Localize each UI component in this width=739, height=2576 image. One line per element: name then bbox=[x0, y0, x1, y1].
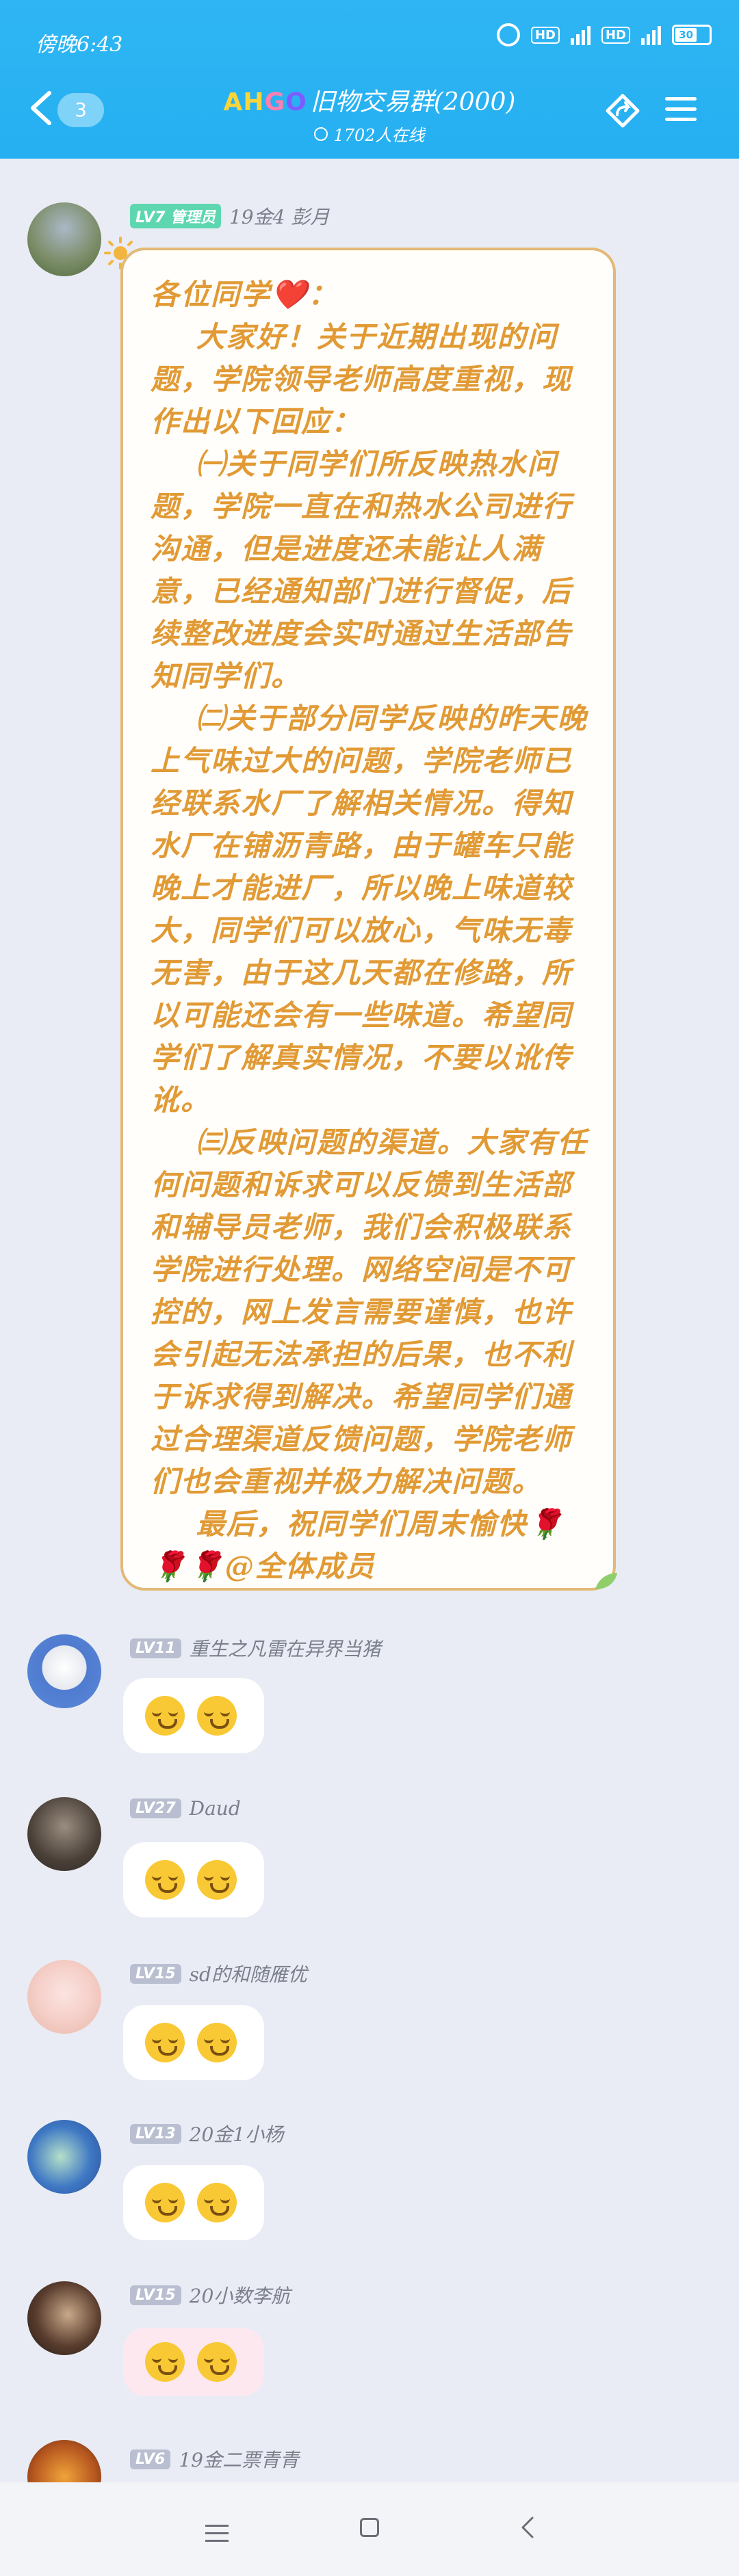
status-bar: 傍晚6:43 HD HD 30 bbox=[0, 0, 739, 82]
message-meta: LV11 重生之凡雷在异界当猪 bbox=[130, 1634, 381, 1662]
notice-paragraph: 大家好！关于近期出现的问题，学院领导老师高度重视，现作出以下回应： bbox=[151, 320, 573, 438]
sender-name: 重生之凡雷在异界当猪 bbox=[189, 1638, 381, 1660]
avatar[interactable] bbox=[27, 1797, 101, 1871]
sender-name: sd的和随雁优 bbox=[189, 1963, 307, 1986]
notice-paragraph: 🌹🌹@全体成员 bbox=[151, 1550, 376, 1583]
sender-name: 20小数李航 bbox=[189, 2285, 291, 2307]
status-icons: HD HD 30 bbox=[496, 23, 712, 47]
recent-apps-button[interactable] bbox=[205, 2519, 229, 2547]
signal-icon bbox=[641, 25, 661, 45]
avatar[interactable] bbox=[27, 1634, 101, 1708]
message-meta: LV7 管理员 19金4 彭月 bbox=[130, 202, 329, 230]
giggle-emoji-icon bbox=[197, 1696, 237, 1736]
notice-paragraph: ㈢反映问题的渠道。大家有任何问题和诉求可以反馈到生活部和辅导员老师，我们会积极联… bbox=[151, 1126, 588, 1498]
message-bubble[interactable] bbox=[123, 1842, 264, 1917]
level-badge: LV7 管理员 bbox=[130, 204, 221, 228]
level-badge: LV27 bbox=[130, 1798, 181, 1818]
message-meta: LV13 20金1小杨 bbox=[130, 2120, 283, 2147]
message-meta: LV27 Daud bbox=[130, 1797, 241, 1820]
giggle-emoji-icon bbox=[145, 2342, 185, 2382]
hd-badge: HD bbox=[530, 26, 560, 44]
share-arrow-icon bbox=[606, 94, 640, 128]
sender-name: 19金4 彭月 bbox=[229, 206, 330, 228]
sender-name: 19金二票青青 bbox=[179, 2449, 299, 2471]
online-check-icon bbox=[314, 127, 328, 141]
battery-level: 30 bbox=[675, 28, 697, 42]
level-badge: LV11 bbox=[130, 1638, 181, 1658]
giggle-emoji-icon bbox=[145, 1696, 185, 1736]
notice-paragraph: 各位同学❤️： bbox=[151, 278, 339, 311]
message-meta: LV15 20小数李航 bbox=[130, 2281, 290, 2309]
back-chevron-icon bbox=[31, 91, 51, 125]
giggle-emoji-icon bbox=[197, 2183, 237, 2222]
menu-button[interactable] bbox=[665, 90, 706, 131]
share-button[interactable] bbox=[602, 90, 643, 131]
giggle-emoji-icon bbox=[197, 2023, 237, 2062]
level-badge: LV6 bbox=[130, 2449, 171, 2469]
group-name: 旧物交易群(2000) bbox=[310, 88, 516, 116]
home-button[interactable] bbox=[360, 2518, 379, 2537]
giggle-emoji-icon bbox=[197, 1860, 237, 1900]
notice-paragraph: ㈠关于同学们所反映热水问题，学院一直在和热水公司进行沟通，但是进度还未能让人满意… bbox=[151, 447, 573, 693]
level-badge: LV15 bbox=[130, 1963, 181, 1984]
level-badge: LV13 bbox=[130, 2123, 181, 2144]
message-bubble[interactable] bbox=[123, 2328, 264, 2396]
signal-icon bbox=[570, 25, 591, 45]
message-bubble[interactable] bbox=[123, 1678, 264, 1753]
notice-paragraph: ㈡关于部分同学反映的昨天晚上气味过大的问题，学院老师已经联系水厂了解相关情况。得… bbox=[151, 702, 588, 1117]
chat-header: 傍晚6:43 HD HD 30 3 AHGO 旧物交易群(2000) 1702人… bbox=[0, 0, 739, 159]
avatar[interactable] bbox=[27, 202, 101, 276]
sender-name: Daud bbox=[189, 1797, 241, 1820]
online-count: 1702人在线 bbox=[333, 126, 425, 145]
sender-name: 20金1小杨 bbox=[189, 2123, 284, 2146]
notice-paragraph: 最后，祝同学们周末愉快🌹 bbox=[151, 1507, 565, 1541]
giggle-emoji-icon bbox=[197, 2342, 237, 2382]
message-meta: LV6 19金二票青青 bbox=[130, 2445, 299, 2473]
message-bubble[interactable] bbox=[123, 2165, 264, 2240]
unread-count-badge[interactable]: 3 bbox=[57, 93, 104, 127]
leaf-icon bbox=[595, 1573, 617, 1589]
giggle-emoji-icon bbox=[145, 2023, 185, 2062]
group-title[interactable]: AHGO 旧物交易群(2000) 1702人在线 bbox=[164, 82, 575, 150]
giggle-emoji-icon bbox=[145, 2183, 185, 2222]
status-time: 傍晚6:43 bbox=[36, 33, 123, 57]
avatar[interactable] bbox=[27, 2281, 101, 2355]
nav-back-button[interactable] bbox=[515, 2514, 542, 2541]
system-nav-bar bbox=[0, 2482, 739, 2576]
alarm-icon bbox=[496, 23, 520, 47]
notice-bubble[interactable]: 各位同学❤️： 大家好！关于近期出现的问题，学院领导老师高度重视，现作出以下回应… bbox=[120, 248, 616, 1591]
level-badge: LV15 bbox=[130, 2285, 181, 2305]
avatar[interactable] bbox=[27, 2120, 101, 2194]
online-status: 1702人在线 bbox=[164, 122, 575, 146]
giggle-emoji-icon bbox=[145, 1860, 185, 1900]
brand-logo: AHGO bbox=[223, 88, 307, 116]
menu-icon bbox=[665, 97, 706, 121]
hd-badge: HD bbox=[601, 26, 630, 44]
battery-icon: 30 bbox=[672, 25, 712, 45]
message-bubble[interactable] bbox=[123, 2005, 264, 2080]
avatar[interactable] bbox=[27, 1960, 101, 2034]
message-meta: LV15 sd的和随雁优 bbox=[130, 1960, 307, 1987]
